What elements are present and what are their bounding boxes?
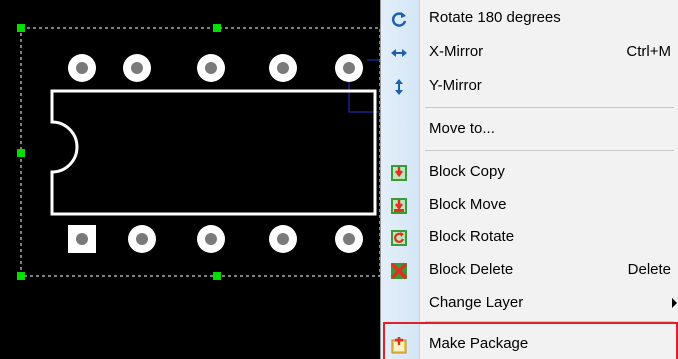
- selection-handle: [17, 149, 25, 157]
- menu-item-label: X-Mirror: [429, 43, 484, 60]
- menu-item-block-move[interactable]: Block Move: [381, 190, 678, 220]
- menu-item-x-mirror[interactable]: X-Mirror Ctrl+M: [381, 37, 678, 67]
- y-mirror-icon: [390, 78, 408, 96]
- menu-separator: [425, 107, 674, 108]
- menu-item-rotate-180[interactable]: Rotate 180 degrees: [381, 3, 678, 33]
- menu-item-change-layer[interactable]: Change Layer: [381, 288, 678, 318]
- menu-item-label: Change Layer: [429, 294, 524, 311]
- menu-item-label: Make Package: [429, 335, 529, 352]
- pad-row-top: [68, 54, 363, 82]
- block-rotate-icon: [390, 229, 408, 247]
- menu-item-block-rotate[interactable]: Block Rotate: [381, 222, 678, 252]
- menu-item-shortcut: Ctrl+M: [626, 43, 671, 60]
- menu-item-y-mirror[interactable]: Y-Mirror: [381, 71, 678, 101]
- package-outline: [50, 89, 377, 216]
- selection-handle: [17, 272, 25, 280]
- menu-item-label: Block Delete: [429, 261, 514, 278]
- menu-item-make-package[interactable]: Make Package: [381, 329, 678, 359]
- x-mirror-icon: [390, 44, 408, 62]
- menu-item-label: Move to...: [429, 120, 495, 137]
- block-copy-icon: [390, 164, 408, 182]
- selection-handle: [17, 24, 25, 32]
- menu-separator: [425, 150, 674, 151]
- menu-item-label: Block Copy: [429, 163, 505, 180]
- menu-item-label: Block Rotate: [429, 228, 515, 245]
- submenu-arrow-icon: [672, 298, 677, 308]
- make-package-icon: [390, 336, 408, 354]
- pad-row-bottom: [68, 225, 363, 253]
- selection-handle: [213, 24, 221, 32]
- menu-item-shortcut: Delete: [627, 261, 671, 278]
- menu-separator: [425, 321, 674, 322]
- menu-item-label: Rotate 180 degrees: [429, 9, 561, 26]
- block-delete-icon: [390, 262, 408, 280]
- menu-item-label: Y-Mirror: [429, 77, 482, 94]
- menu-item-move-to[interactable]: Move to...: [381, 114, 678, 144]
- pcb-canvas[interactable]: [0, 0, 380, 359]
- block-move-icon: [390, 197, 408, 215]
- context-menu: Rotate 180 degrees X-Mirror Ctrl+M Y-Mir…: [380, 0, 678, 359]
- selection-handle: [213, 272, 221, 280]
- rotate-icon: [390, 10, 408, 28]
- pcb-drawing: [17, 24, 380, 280]
- menu-item-label: Block Move: [429, 196, 507, 213]
- menu-item-block-copy[interactable]: Block Copy: [381, 157, 678, 187]
- menu-item-block-delete[interactable]: Block Delete Delete: [381, 255, 678, 285]
